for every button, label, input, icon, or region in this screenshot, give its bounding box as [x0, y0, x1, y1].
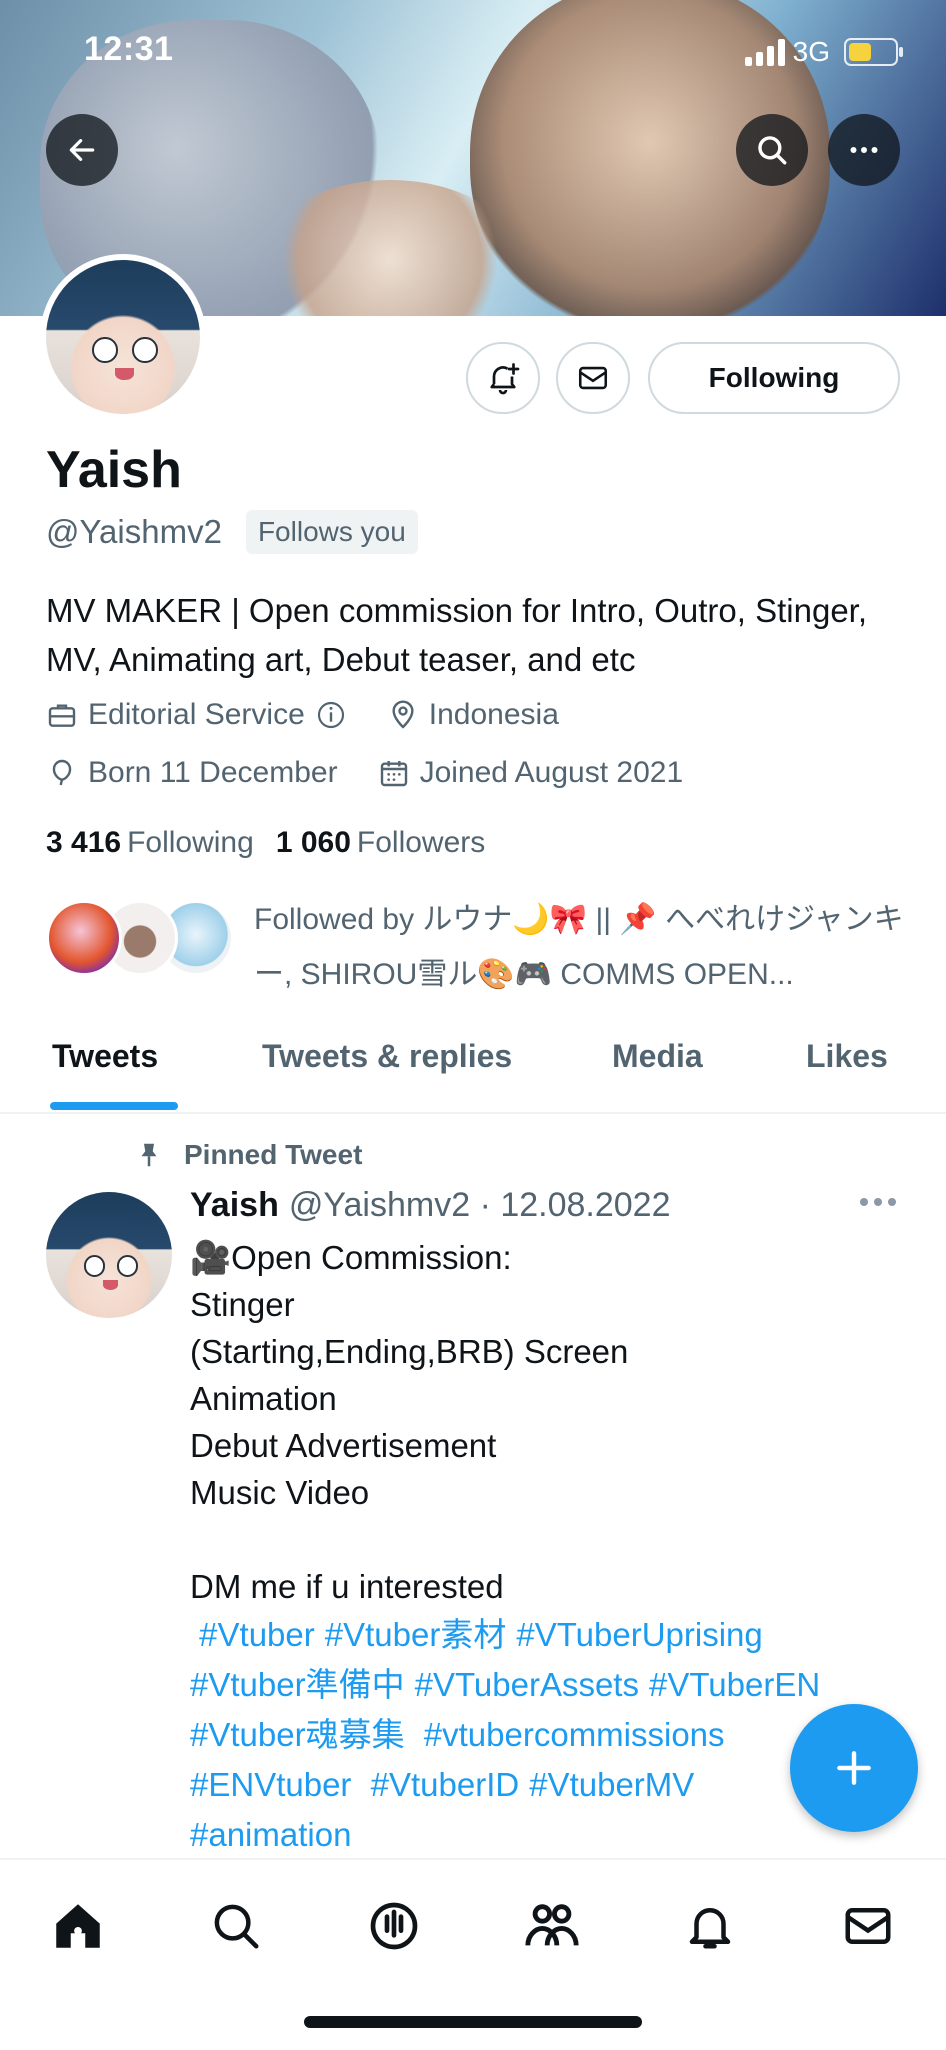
communities-icon	[525, 1904, 579, 1946]
join-date: Joined August 2021	[378, 756, 683, 790]
mail-icon	[845, 1908, 891, 1944]
hashtag-link[interactable]: #VtuberMV	[529, 1766, 694, 1803]
nav-spaces[interactable]	[358, 1890, 430, 1962]
battery-icon	[844, 38, 903, 66]
tab-tweets-replies[interactable]: Tweets & replies	[262, 1038, 512, 1075]
search-button[interactable]	[736, 114, 808, 186]
tweet-text: 🎥Open Commission: Stinger (Starting,Endi…	[190, 1239, 629, 1605]
compose-tweet-button[interactable]	[790, 1704, 918, 1832]
profile-avatar[interactable]	[40, 254, 206, 420]
balloon-icon	[52, 759, 72, 786]
more-horizontal-icon	[850, 147, 878, 153]
follows-you-badge: Follows you	[245, 510, 418, 554]
hashtag-link[interactable]: #VTuberEN	[649, 1666, 820, 1703]
hashtag-link[interactable]: #Vtuber準備中	[190, 1666, 405, 1703]
hashtag-link[interactable]: #VTuberUprising	[516, 1616, 762, 1653]
hashtag-link[interactable]: #Vtuber魂募集	[190, 1716, 405, 1753]
calendar-icon	[380, 761, 407, 787]
tweet-author-avatar[interactable]	[46, 1192, 172, 1318]
hashtag-link[interactable]: #animation	[190, 1816, 351, 1853]
followed-by-text: Followed by ルウナ🌙🎀 || 📌 へべれけジャンキー, SHIROU…	[254, 903, 904, 991]
plus-icon	[837, 1751, 871, 1785]
nav-home[interactable]	[42, 1890, 114, 1962]
bottom-navigation	[0, 1858, 946, 2050]
profile-bio: MV MAKER | Open commission for Intro, Ou…	[46, 592, 868, 678]
hashtag-link[interactable]: #Vtuber	[199, 1616, 315, 1653]
following-button[interactable]: Following	[648, 342, 900, 414]
hashtag-link[interactable]: #Vtuber素材	[325, 1616, 507, 1653]
profile-name: Yaish	[46, 441, 182, 499]
location: Indonesia	[387, 698, 559, 732]
back-button[interactable]	[46, 114, 118, 186]
hashtag-link[interactable]: #ENVtuber	[190, 1766, 351, 1803]
tweet-author-name[interactable]: Yaish	[190, 1186, 279, 1225]
arrow-left-icon	[69, 139, 95, 161]
home-indicator	[304, 2016, 642, 2028]
briefcase-icon	[48, 704, 76, 727]
nav-notifications[interactable]	[674, 1890, 746, 1962]
category: Editorial Service	[46, 698, 347, 732]
message-button[interactable]	[556, 342, 630, 414]
pinned-label: Pinned Tweet	[134, 1138, 362, 1172]
followers-count-link[interactable]: 1 060 Followers	[276, 826, 485, 860]
tweet-more-icon[interactable]	[860, 1198, 896, 1206]
hashtag-link[interactable]: #vtubercommissions	[424, 1716, 725, 1753]
profile-handle: @Yaishmv2	[46, 513, 222, 550]
active-tab-indicator	[50, 1102, 178, 1110]
home-icon	[56, 1904, 100, 1948]
search-icon	[214, 1904, 259, 1949]
profile-tabs: Tweets Tweets & replies Media Likes	[0, 1000, 946, 1114]
follower-avatar	[46, 900, 122, 976]
tab-media[interactable]: Media	[612, 1038, 703, 1075]
tab-tweets[interactable]: Tweets	[52, 1038, 158, 1075]
birthday: Born 11 December	[46, 756, 338, 790]
spaces-microphone-icon	[370, 1902, 418, 1950]
network-type: 3G	[792, 36, 830, 67]
followed-by[interactable]: Followed by ルウナ🌙🎀 || 📌 へべれけジャンキー, SHIROU…	[46, 892, 906, 1002]
signal-icon	[744, 38, 785, 66]
tab-likes[interactable]: Likes	[806, 1038, 888, 1075]
status-bar: 12:31 3G	[0, 0, 946, 104]
mail-icon	[578, 366, 608, 390]
following-count-link[interactable]: 3 416 Following	[46, 826, 254, 860]
tweet-author-meta: @Yaishmv2 · 12.08.2022	[288, 1186, 671, 1224]
nav-communities[interactable]	[516, 1890, 588, 1962]
info-icon[interactable]	[315, 699, 347, 731]
nav-search[interactable]	[200, 1890, 272, 1962]
pin-icon	[141, 1143, 157, 1167]
hashtag-link[interactable]: #VtuberID	[371, 1766, 520, 1803]
status-time: 12:31	[84, 30, 174, 68]
location-pin-icon	[392, 700, 414, 729]
more-button[interactable]	[828, 114, 900, 186]
nav-messages[interactable]	[832, 1890, 904, 1962]
hashtag-link[interactable]: #VTuberAssets	[415, 1666, 639, 1703]
search-icon	[758, 136, 787, 165]
notifications-button[interactable]	[466, 342, 540, 414]
bell-icon	[689, 1908, 731, 1949]
bell-plus-icon	[490, 363, 520, 395]
